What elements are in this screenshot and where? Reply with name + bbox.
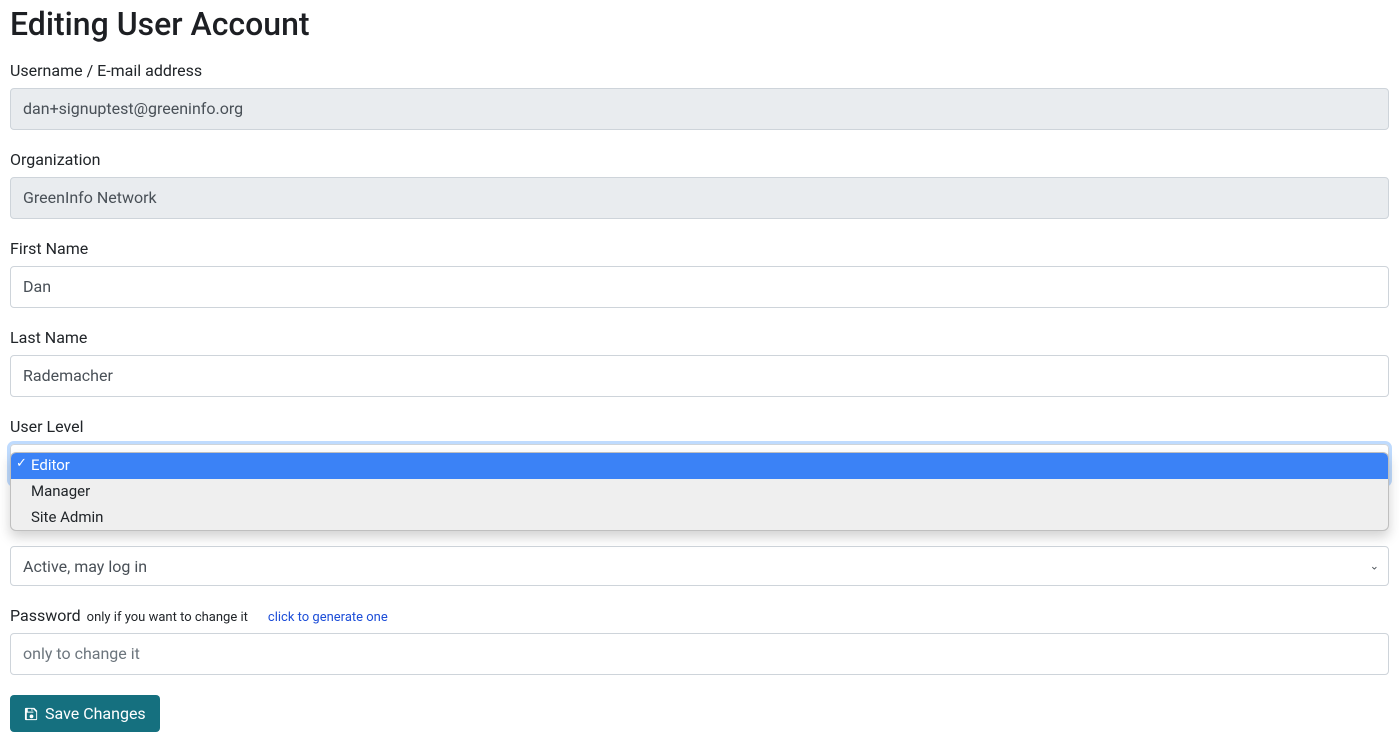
username-label: Username / E-mail address	[10, 61, 1389, 80]
dropdown-option-editor[interactable]: Editor	[11, 453, 1388, 479]
save-button-label: Save Changes	[45, 704, 146, 723]
last-name-label: Last Name	[10, 328, 1389, 347]
password-input[interactable]	[10, 633, 1389, 675]
first-name-label: First Name	[10, 239, 1389, 258]
user-level-select[interactable]: ⌄ Editor Manager Site Admin	[10, 444, 1389, 484]
user-level-dropdown: Editor Manager Site Admin	[10, 452, 1389, 531]
dropdown-option-site-admin[interactable]: Site Admin	[11, 505, 1388, 531]
save-button[interactable]: Save Changes	[10, 695, 160, 732]
page-title: Editing User Account	[10, 5, 1389, 43]
password-hint: only if you want to change it	[87, 610, 248, 625]
status-select[interactable]: Active, may log in	[10, 546, 1389, 586]
user-level-label: User Level	[10, 417, 1389, 436]
username-input	[10, 88, 1389, 130]
first-name-input[interactable]	[10, 266, 1389, 308]
save-icon	[24, 706, 39, 721]
password-label: Password	[10, 606, 81, 625]
organization-input	[10, 177, 1389, 219]
generate-password-link[interactable]: click to generate one	[268, 610, 388, 625]
last-name-input[interactable]	[10, 355, 1389, 397]
organization-label: Organization	[10, 150, 1389, 169]
dropdown-option-manager[interactable]: Manager	[11, 479, 1388, 505]
